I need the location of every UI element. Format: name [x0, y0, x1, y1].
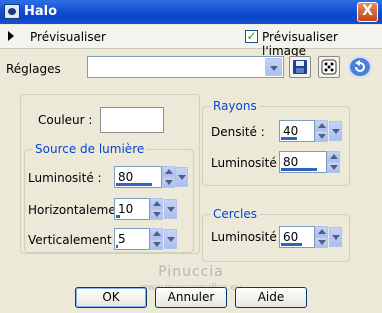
density-value: 40: [283, 124, 299, 138]
cancel-button[interactable]: Annuler: [155, 287, 227, 308]
rays-brightness-arrows[interactable]: [327, 151, 340, 173]
rays-brightness-spinner[interactable]: 80: [279, 151, 341, 173]
chevron-down-icon[interactable]: [265, 58, 282, 76]
preview-image-label[interactable]: Prévisualiser l'image: [262, 30, 382, 58]
chevron-down-icon[interactable]: [164, 229, 177, 249]
watermark-name: Pinuccia: [158, 264, 224, 280]
floppy-disk-icon: [293, 60, 307, 74]
spin-down-icon[interactable]: [315, 131, 328, 142]
circles-group: Cercles Luminosité : 60: [202, 207, 350, 262]
circles-brightness-label: Luminosité :: [211, 230, 285, 244]
presets-label: Réglages: [6, 62, 61, 76]
title-bar: Halo X: [0, 0, 382, 24]
chevron-down-icon[interactable]: [164, 199, 177, 219]
density-label: Densité :: [211, 125, 265, 139]
rays-group: Rayons Densité : 40 Luminosité : 80: [202, 99, 350, 186]
light-brightness-value: 80: [118, 170, 134, 184]
density-spinner[interactable]: 40: [279, 120, 342, 142]
spin-down-icon[interactable]: [315, 237, 328, 248]
ok-button[interactable]: OK: [75, 287, 147, 308]
spin-up-icon[interactable]: [150, 198, 163, 209]
circles-brightness-slider[interactable]: [281, 243, 302, 246]
presets-dropdown[interactable]: [87, 56, 284, 78]
light-brightness-arrows[interactable]: [162, 166, 175, 188]
horizontal-arrows[interactable]: [150, 198, 163, 220]
preview-label[interactable]: Prévisualiser: [30, 30, 106, 44]
vertical-label: Verticalement :: [28, 233, 120, 247]
spin-down-icon[interactable]: [162, 177, 175, 188]
spin-down-icon[interactable]: [327, 162, 340, 173]
light-brightness-spinner[interactable]: 80: [114, 166, 188, 188]
preview-image-checkbox[interactable]: ✓: [245, 30, 258, 43]
horizontal-slider[interactable]: [116, 215, 120, 218]
horizontal-input[interactable]: 10: [114, 198, 150, 220]
vertical-spinner[interactable]: 5: [114, 228, 177, 250]
vertical-value: 5: [118, 232, 126, 246]
rays-brightness-input[interactable]: 80: [279, 151, 327, 173]
rays-title: Rayons: [211, 99, 259, 113]
color-swatch[interactable]: [100, 107, 164, 133]
color-label: Couleur :: [38, 113, 93, 127]
spin-down-icon[interactable]: [150, 209, 163, 220]
light-brightness-label: Luminosité :: [28, 171, 102, 185]
preview-row: Prévisualiser ✓ Prévisualiser l'image: [0, 25, 382, 58]
spin-up-icon[interactable]: [315, 120, 328, 131]
circles-brightness-value: 60: [283, 230, 299, 244]
undo-icon: [355, 60, 365, 72]
main-group: Couleur : Source de lumière Luminosité :…: [20, 94, 200, 254]
spin-up-icon[interactable]: [315, 226, 328, 237]
circles-brightness-spinner[interactable]: 60: [279, 226, 342, 248]
app-icon: [4, 4, 20, 19]
horizontal-value: 10: [118, 202, 134, 216]
window-title: Halo: [24, 4, 58, 19]
circles-title: Cercles: [211, 207, 259, 221]
rays-brightness-slider[interactable]: [281, 168, 317, 171]
vertical-slider[interactable]: [116, 245, 118, 248]
settings-panel: Couleur : Source de lumière Luminosité :…: [6, 86, 378, 262]
density-slider[interactable]: [281, 137, 297, 140]
spin-down-icon[interactable]: [150, 239, 163, 250]
help-button[interactable]: Aide: [235, 287, 307, 308]
circles-brightness-input[interactable]: 60: [279, 226, 315, 248]
light-source-title: Source de lumière: [33, 142, 147, 156]
save-preset-button[interactable]: [289, 56, 311, 78]
chevron-down-icon[interactable]: [329, 121, 342, 141]
horizontal-spinner[interactable]: 10: [114, 198, 177, 220]
vertical-arrows[interactable]: [150, 228, 163, 250]
rays-brightness-value: 80: [283, 155, 299, 169]
spin-up-icon[interactable]: [327, 151, 340, 162]
spin-up-icon[interactable]: [162, 166, 175, 177]
chevron-down-icon[interactable]: [329, 227, 342, 247]
light-brightness-input[interactable]: 80: [114, 166, 162, 188]
density-arrows[interactable]: [315, 120, 328, 142]
close-button[interactable]: X: [357, 2, 378, 22]
expand-arrow-icon[interactable]: [8, 31, 14, 41]
circles-brightness-arrows[interactable]: [315, 226, 328, 248]
density-input[interactable]: 40: [279, 120, 315, 142]
spin-up-icon[interactable]: [150, 228, 163, 239]
light-source-group: Source de lumière Luminosité : 80 Horizo…: [24, 142, 194, 253]
chevron-down-icon[interactable]: [175, 167, 188, 187]
rays-brightness-label: Luminosité :: [211, 156, 285, 170]
vertical-input[interactable]: 5: [114, 228, 150, 250]
reset-button[interactable]: [348, 56, 372, 78]
dice-icon: [321, 59, 337, 75]
light-brightness-slider[interactable]: [116, 183, 152, 186]
randomize-button[interactable]: [318, 56, 340, 78]
